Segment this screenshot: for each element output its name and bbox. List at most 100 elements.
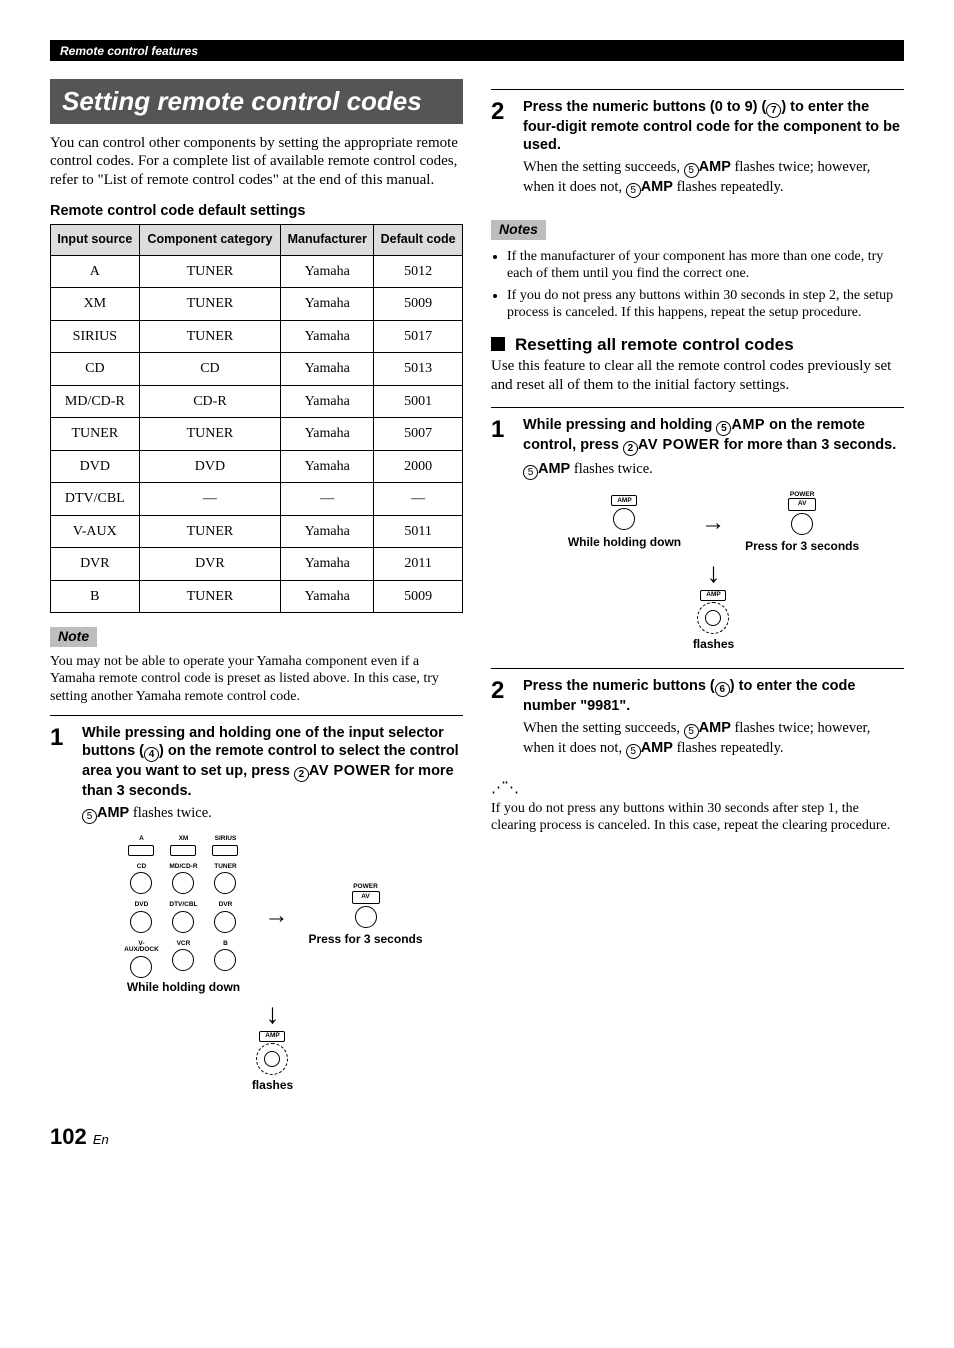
t: flashes twice.: [129, 805, 212, 821]
step-number: 2: [491, 98, 523, 206]
selector-circle-icon: [130, 872, 152, 894]
t: for more than 3 seconds.: [720, 437, 896, 453]
table-cell: Yamaha: [281, 418, 374, 451]
circled-5-icon: 5: [684, 163, 699, 178]
table-cell: —: [374, 483, 463, 516]
circled-5-icon: 5: [82, 809, 97, 824]
table-cell: Yamaha: [281, 353, 374, 386]
selector-cell: DVR: [214, 902, 236, 933]
table-cell: DVR: [139, 548, 280, 581]
circled-5-icon: 5: [716, 421, 731, 436]
page-suffix: En: [93, 1132, 109, 1147]
th-default-code: Default code: [374, 224, 463, 255]
av-power-label: AV POWER: [309, 763, 391, 779]
selector-label: DVR: [219, 902, 233, 909]
circled-7-icon: 7: [766, 103, 781, 118]
selector-cell: SIRIUS: [212, 836, 238, 856]
table-cell: 5001: [374, 385, 463, 418]
table-cell: 2011: [374, 548, 463, 581]
amp-text: AMP: [706, 592, 720, 599]
table-cell: TUNER: [51, 418, 140, 451]
amp-text: AMP: [617, 498, 631, 505]
step-follow: 5AMP flashes twice.: [82, 804, 463, 824]
notes-label: Notes: [491, 220, 546, 240]
table-cell: 5009: [374, 580, 463, 613]
selector-circle-icon: [214, 872, 236, 894]
table-row: SIRIUSTUNERYamaha5017: [51, 320, 463, 353]
step-number: 2: [491, 677, 523, 767]
tip-icon: ⋰⋱: [491, 779, 904, 798]
page-footer: 102 En: [50, 1123, 904, 1151]
circled-2-icon: 2: [294, 767, 309, 782]
selector-circle-icon: [172, 872, 194, 894]
amp-label: AMP: [699, 720, 731, 736]
amp-button-icon: AMP: [259, 1031, 285, 1042]
table-cell: TUNER: [139, 288, 280, 321]
reset-step-1: 1 While pressing and holding 5AMP on the…: [491, 407, 904, 659]
selector-grid: AXMSIRIUSCDMD/CD-RTUNERDVDDTV/CBLDVRV-AU…: [122, 836, 244, 995]
selector-circle-icon: [214, 911, 236, 933]
note-text: You may not be able to operate your Yama…: [50, 653, 463, 706]
chapter-title: Remote control features: [60, 44, 198, 58]
selector-cell: V-AUX/DOCK: [122, 941, 160, 978]
selector-label: CD: [137, 864, 146, 871]
table-row: V-AUXTUNERYamaha5011: [51, 515, 463, 548]
inner-circle-icon: [705, 610, 721, 626]
selector-rect-icon: [128, 845, 154, 856]
codes-table: Input source Component category Manufact…: [50, 224, 463, 613]
table-cell: Yamaha: [281, 580, 374, 613]
selector-cell: VCR: [172, 941, 194, 978]
notes-list: If the manufacturer of your component ha…: [491, 248, 904, 322]
flashes-caption: flashes: [693, 637, 734, 652]
amp-label: AMP: [641, 179, 673, 195]
selector-label: A: [139, 836, 144, 843]
button-circle-icon: [791, 513, 813, 535]
step-lead: While pressing and holding one of the in…: [82, 724, 463, 800]
selector-label: V-AUX/DOCK: [122, 941, 160, 954]
table-cell: 5017: [374, 320, 463, 353]
press-caption: Press for 3 seconds: [745, 539, 859, 554]
circled-5-icon: 5: [626, 744, 641, 759]
table-row: CDCDYamaha5013: [51, 353, 463, 386]
amp-label: AMP: [538, 461, 570, 477]
reset-intro: Use this feature to clear all the remote…: [491, 357, 904, 395]
circled-5-icon: 5: [626, 183, 641, 198]
flash-circle-icon: [256, 1043, 288, 1075]
table-row: BTUNERYamaha5009: [51, 580, 463, 613]
table-cell: XM: [51, 288, 140, 321]
table-cell: B: [51, 580, 140, 613]
arrow-right-icon: →: [264, 904, 288, 928]
selector-label: XM: [179, 836, 189, 843]
table-cell: TUNER: [139, 320, 280, 353]
note-item: If you do not press any buttons within 3…: [507, 287, 904, 322]
selector-cell: TUNER: [214, 864, 236, 895]
arrow-down-icon: ↓: [82, 1001, 463, 1029]
amp-button-icon: AMP: [700, 590, 726, 601]
table-cell: Yamaha: [281, 288, 374, 321]
step-lead: Press the numeric buttons (6) to enter t…: [523, 677, 904, 715]
table-cell: DVD: [51, 450, 140, 483]
chapter-header-bar: Remote control features: [50, 40, 904, 61]
th-input-source: Input source: [51, 224, 140, 255]
amp-button-icon: AMP: [611, 495, 637, 506]
reset-diagram-row-2: AMP flashes: [523, 590, 904, 652]
table-cell: Yamaha: [281, 385, 374, 418]
step-lead: While pressing and holding 5AMP on the r…: [523, 416, 904, 456]
step-number: 1: [491, 416, 523, 659]
circled-5-icon: 5: [684, 724, 699, 739]
reset-title: Resetting all remote control codes: [515, 334, 794, 355]
table-row: MD/CD-RCD-RYamaha5001: [51, 385, 463, 418]
selector-cell: CD: [130, 864, 152, 895]
table-cell: 5007: [374, 418, 463, 451]
table-cell: CD: [51, 353, 140, 386]
t: flashes repeatedly.: [673, 740, 784, 756]
table-row: DVRDVRYamaha2011: [51, 548, 463, 581]
selector-circle-icon: [172, 911, 194, 933]
selector-label: DTV/CBL: [169, 902, 197, 909]
table-cell: Yamaha: [281, 255, 374, 288]
selector-rect-icon: [212, 845, 238, 856]
selector-circle-icon: [130, 911, 152, 933]
av-text: AV: [798, 501, 807, 508]
selector-label: SIRIUS: [215, 836, 237, 843]
selector-cell: DTV/CBL: [169, 902, 197, 933]
